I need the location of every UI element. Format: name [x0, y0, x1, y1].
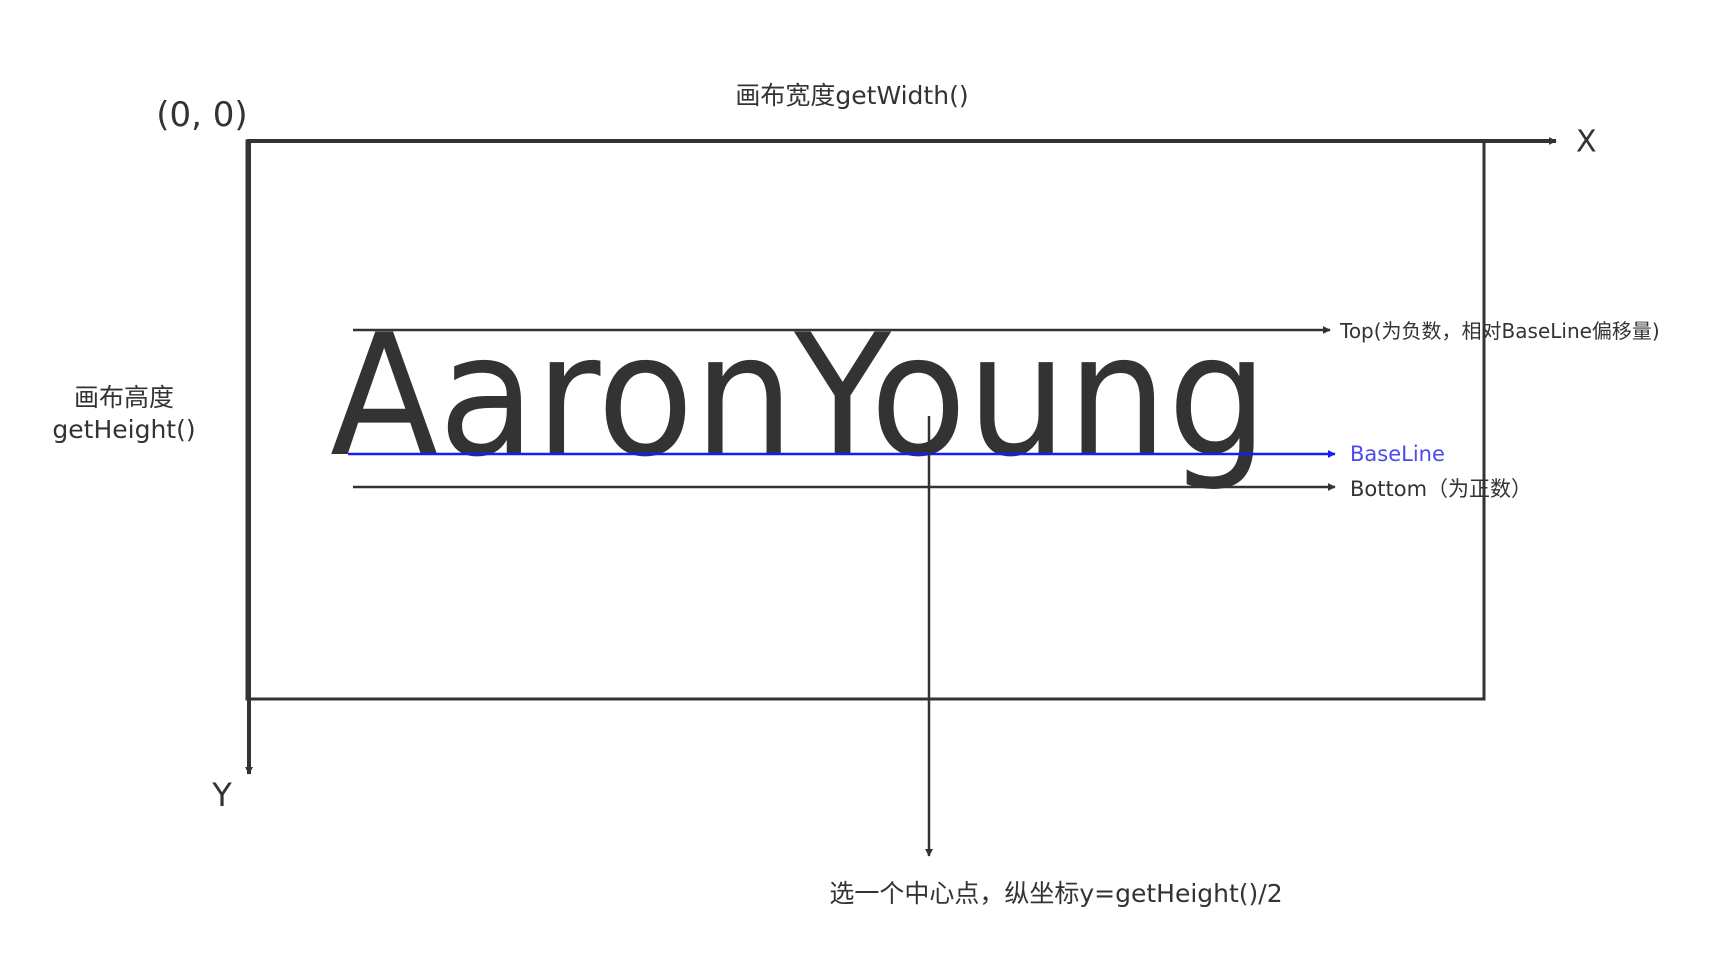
- y-axis-label: Y: [211, 776, 232, 814]
- origin-label: (0, 0): [156, 95, 247, 135]
- baseline-label: BaseLine: [1350, 442, 1445, 466]
- canvas-width-label: 画布宽度getWidth(): [735, 81, 968, 110]
- top-label: Top(为负数，相对BaseLine偏移量): [1339, 319, 1660, 343]
- bottom-label: Bottom（为正数）: [1350, 477, 1532, 501]
- canvas-diagram: (0, 0) 画布宽度getWidth() X Y 画布高度 getHeight…: [52, 81, 1660, 908]
- canvas-height-label-line1: 画布高度: [74, 383, 174, 412]
- sample-text: AaronYoung: [330, 298, 1268, 494]
- canvas-height-label-line2: getHeight(): [52, 415, 195, 444]
- center-label: 选一个中心点，纵坐标y=getHeight()/2: [829, 879, 1282, 908]
- x-axis-label: X: [1576, 125, 1597, 160]
